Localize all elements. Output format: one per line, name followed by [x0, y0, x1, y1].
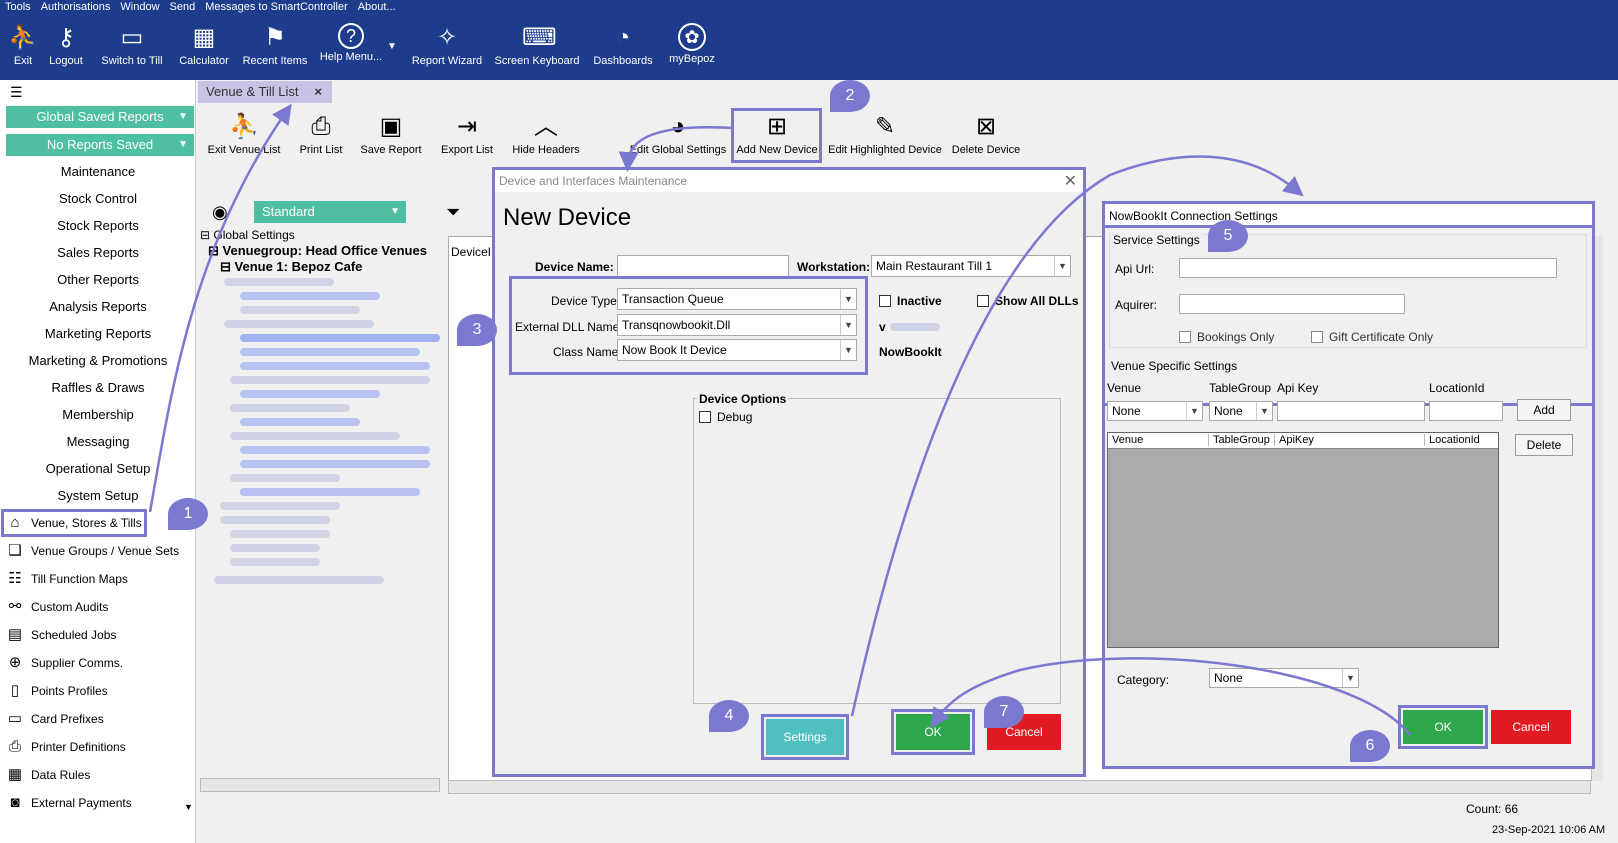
arrow-1-to-tab	[148, 103, 292, 513]
step-badge-7: 7	[984, 696, 1024, 728]
record-count: Count: 66	[1466, 802, 1519, 816]
step-badge-5: 5	[1208, 220, 1248, 252]
step-badge-2: 2	[830, 80, 870, 112]
annotation-arrows	[148, 103, 1411, 736]
status-datetime: 23-Sep-2021 10:06 AM	[1492, 824, 1606, 836]
step-badge-1: 1	[168, 498, 208, 530]
step-badge-4: 4	[709, 700, 749, 732]
arrow-2-to-dialog	[618, 126, 733, 172]
step-badge-6: 6	[1350, 730, 1390, 762]
step-badge-3: 3	[457, 314, 497, 346]
